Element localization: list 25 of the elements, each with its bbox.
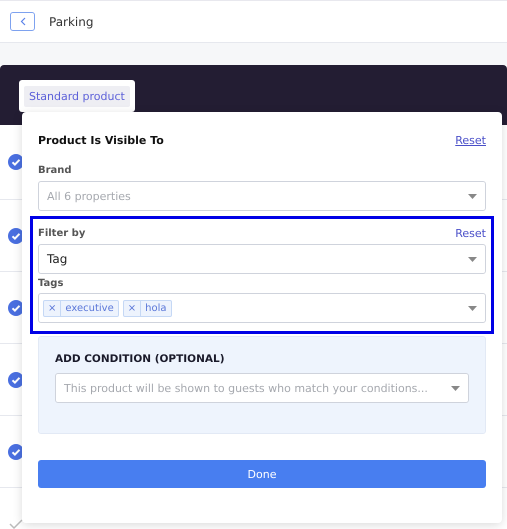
condition-title: ADD CONDITION (OPTIONAL) (55, 353, 226, 365)
tag-label: hola (144, 302, 168, 316)
caret-icon (468, 194, 477, 198)
field-label: Filter by (38, 228, 86, 239)
filter-select[interactable]: Tag (38, 244, 486, 274)
field-label: Tags (38, 278, 64, 289)
remove-tag-button[interactable]: × (44, 300, 62, 316)
check-icon (8, 518, 24, 529)
page-title: Parking (49, 14, 94, 28)
caret-icon (468, 306, 477, 310)
field-label: Brand (38, 165, 73, 176)
done-button[interactable]: Done (38, 460, 486, 488)
tag-label: executive (64, 302, 115, 316)
brand-select[interactable]: All 6 properties (38, 181, 486, 211)
caret-icon (451, 386, 460, 390)
back-button[interactable] (10, 12, 35, 31)
popup-title: Product Is Visible To (38, 134, 164, 147)
reset-link[interactable]: Reset (455, 227, 486, 240)
tags-select[interactable]: × executive × hola (38, 293, 486, 323)
chevron-left-icon (20, 17, 26, 26)
caret-icon (468, 256, 477, 262)
reset-link[interactable]: Reset (455, 134, 486, 147)
condition-select[interactable]: This product will be shown to guests who match your conditions... (55, 373, 469, 403)
remove-tag-button[interactable]: × (124, 300, 142, 316)
product-type-tab[interactable]: Standard product (24, 86, 130, 107)
